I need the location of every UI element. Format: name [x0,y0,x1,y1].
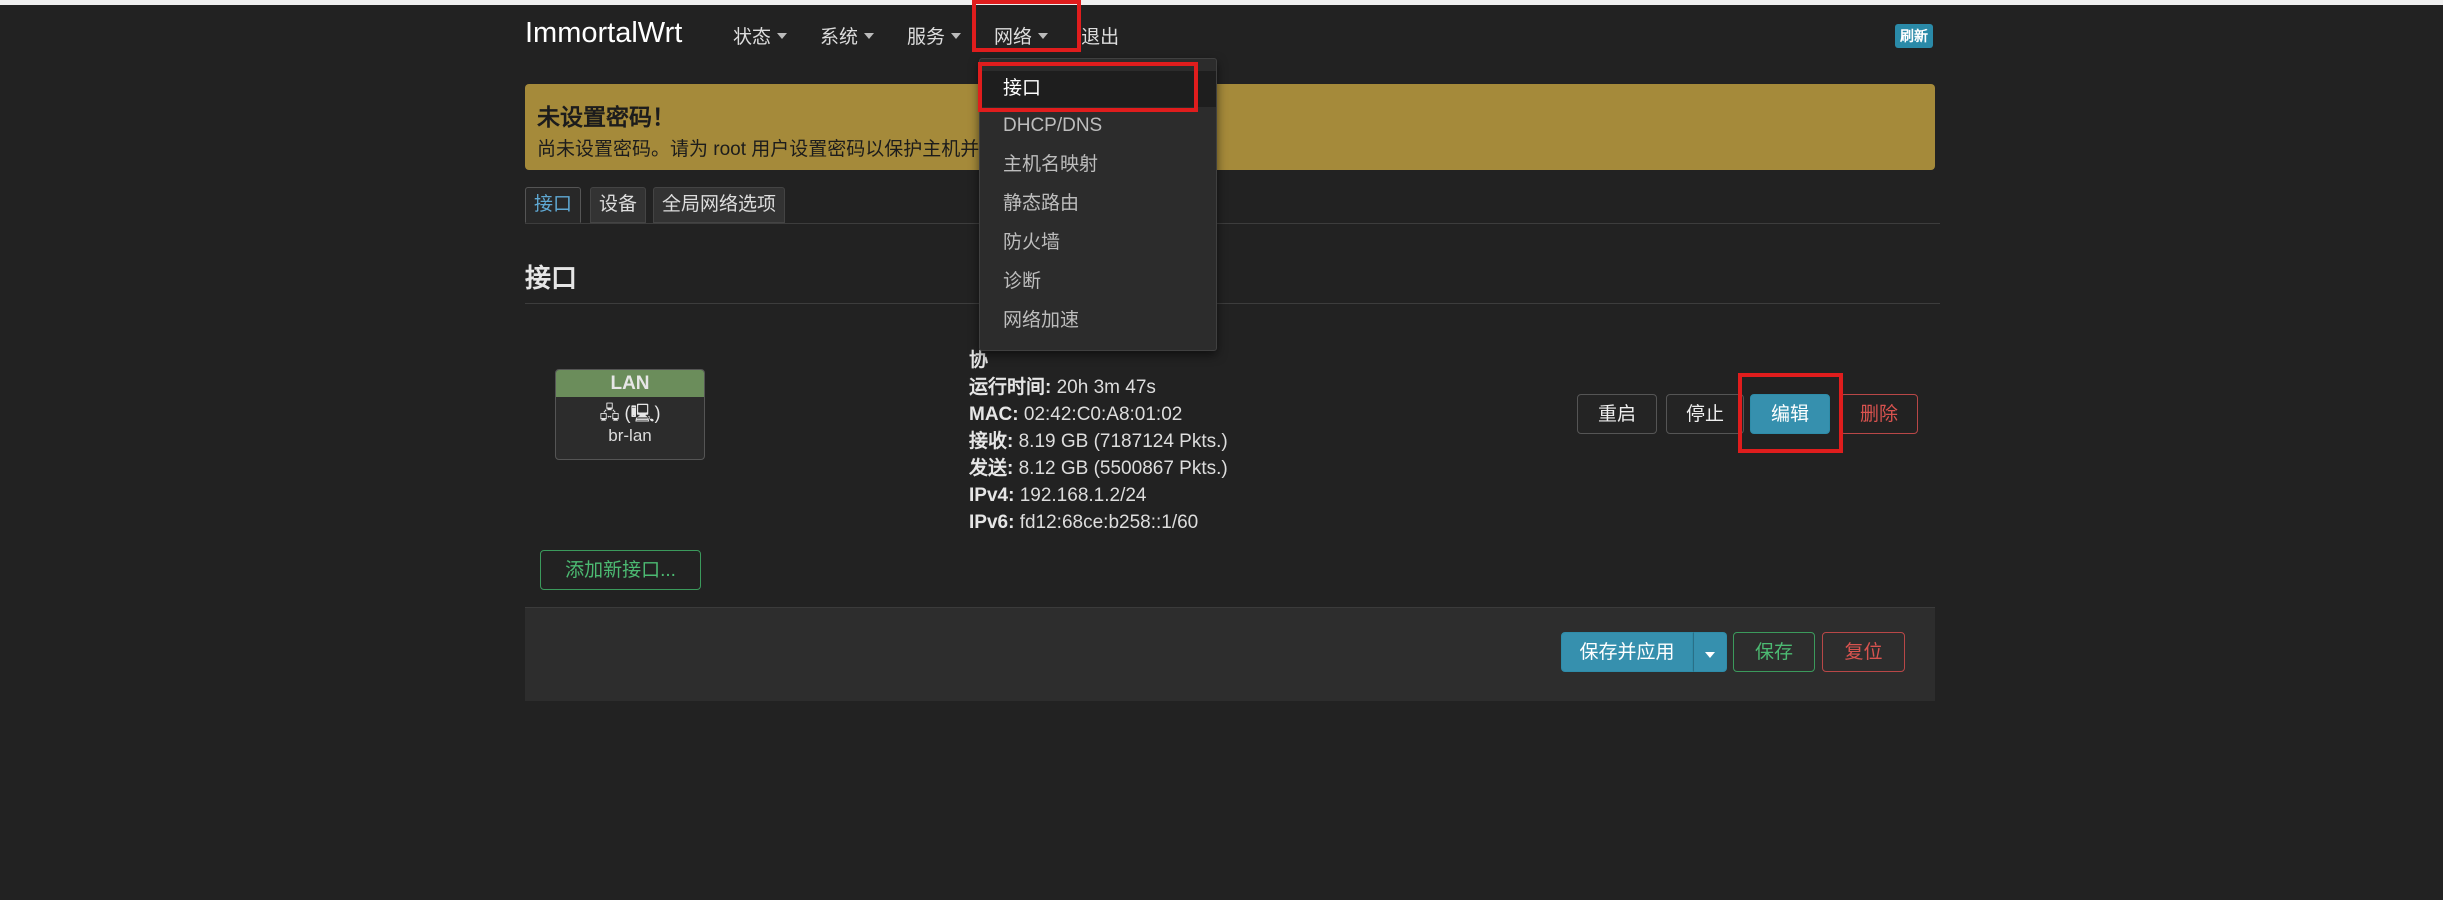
delete-button[interactable]: 删除 [1840,394,1918,434]
refresh-badge[interactable]: 刷新 [1895,24,1933,48]
detail-value: 8.19 GB (7187124 Pkts.) [1018,431,1228,452]
interface-details: 协 运行时间: 20h 3m 47s MAC: 02:42:C0:A8:01:0… [969,347,1228,536]
menu-logout-label: 退出 [1081,27,1120,48]
caret-down-icon [1705,652,1715,658]
network-ports-icon: 🖧 (🖳) [599,403,661,423]
detail-label: 接收: [969,431,1014,452]
dropdown-item-firewall[interactable]: 防火墙 [980,225,1216,261]
uptime-row: 运行时间: 20h 3m 47s [969,374,1228,401]
interface-name: LAN [556,370,704,397]
tx-row: 发送: 8.12 GB (5500867 Pkts.) [969,455,1228,482]
caret-down-icon [777,32,788,39]
dropdown-item-dhcp-dns[interactable]: DHCP/DNS [980,108,1216,144]
detail-label: MAC: [969,404,1019,425]
mac-row: MAC: 02:42:C0:A8:01:02 [969,401,1228,428]
ipv4-row: IPv4: 192.168.1.2/24 [969,482,1228,509]
detail-value: 02:42:C0:A8:01:02 [1023,404,1183,425]
ipv6-row: IPv6: fd12:68ce:b258::1/60 [969,509,1228,536]
menu-system[interactable]: 系统 [820,22,875,49]
rx-row: 接收: 8.19 GB (7187124 Pkts.) [969,428,1228,455]
tab-global-network-options[interactable]: 全局网络选项 [653,187,786,223]
detail-label: 运行时间: [969,377,1052,398]
add-interface-button[interactable]: 添加新接口... [540,550,701,590]
highlight-box-network-menu [972,0,1081,52]
protocol-label-partial: 协 [969,350,989,371]
restart-button[interactable]: 重启 [1577,394,1657,434]
navbar: ImmortalWrt 状态 系统 服务 网络 退出 刷新 [0,5,2443,53]
menu-system-label: 系统 [820,27,859,48]
tab-interfaces[interactable]: 接口 [525,187,582,223]
caret-down-icon [951,32,962,39]
tab-devices[interactable]: 设备 [590,187,647,223]
detail-label: 发送: [969,458,1014,479]
interface-device: br-lan [608,426,652,445]
caret-down-icon [864,32,875,39]
detail-value: 20h 3m 47s [1056,377,1156,398]
menu-status[interactable]: 状态 [733,22,788,49]
stop-button[interactable]: 停止 [1666,394,1744,434]
menu-logout[interactable]: 退出 [1081,22,1119,49]
save-button[interactable]: 保存 [1733,632,1815,672]
divider [525,303,1940,304]
menu-services[interactable]: 服务 [907,22,962,49]
dropdown-item-network-acceleration[interactable]: 网络加速 [980,303,1216,339]
protocol-row: 协 [969,347,1228,374]
warning-title: 未设置密码！ [537,104,675,130]
dropdown-item-static-routes[interactable]: 静态路由 [980,186,1216,222]
detail-value: 8.12 GB (5500867 Pkts.) [1018,458,1228,479]
brand-logo[interactable]: ImmortalWrt [525,17,682,50]
section-title: 接口 [525,263,578,293]
save-apply-button[interactable]: 保存并应用 [1561,632,1693,672]
detail-value: fd12:68ce:b258::1/60 [1019,512,1199,533]
highlight-box-interfaces-item [978,62,1198,112]
reset-button[interactable]: 复位 [1822,632,1905,672]
tab-bar: 接口 设备 全局网络选项 [525,187,1940,224]
detail-value: 192.168.1.2/24 [1019,485,1147,506]
dropdown-item-hostnames[interactable]: 主机名映射 [980,147,1216,183]
main-menu: 状态 系统 服务 网络 退出 [733,22,1152,49]
save-apply-dropdown-toggle[interactable] [1693,632,1727,672]
dropdown-item-diagnostics[interactable]: 诊断 [980,264,1216,300]
warning-text: 尚未设置密码。请为 root 用户设置密码以保护主机并 [537,139,980,160]
detail-label: IPv4: [969,485,1015,506]
detail-label: IPv6: [969,512,1015,533]
interface-badge-lan: LAN 🖧 (🖳) br-lan [555,369,705,460]
menu-services-label: 服务 [907,27,946,48]
menu-status-label: 状态 [733,27,772,48]
no-password-warning: 未设置密码！ 尚未设置密码。请为 root 用户设置密码以保护主机并 [525,84,1935,170]
highlight-box-edit-button [1738,373,1843,453]
